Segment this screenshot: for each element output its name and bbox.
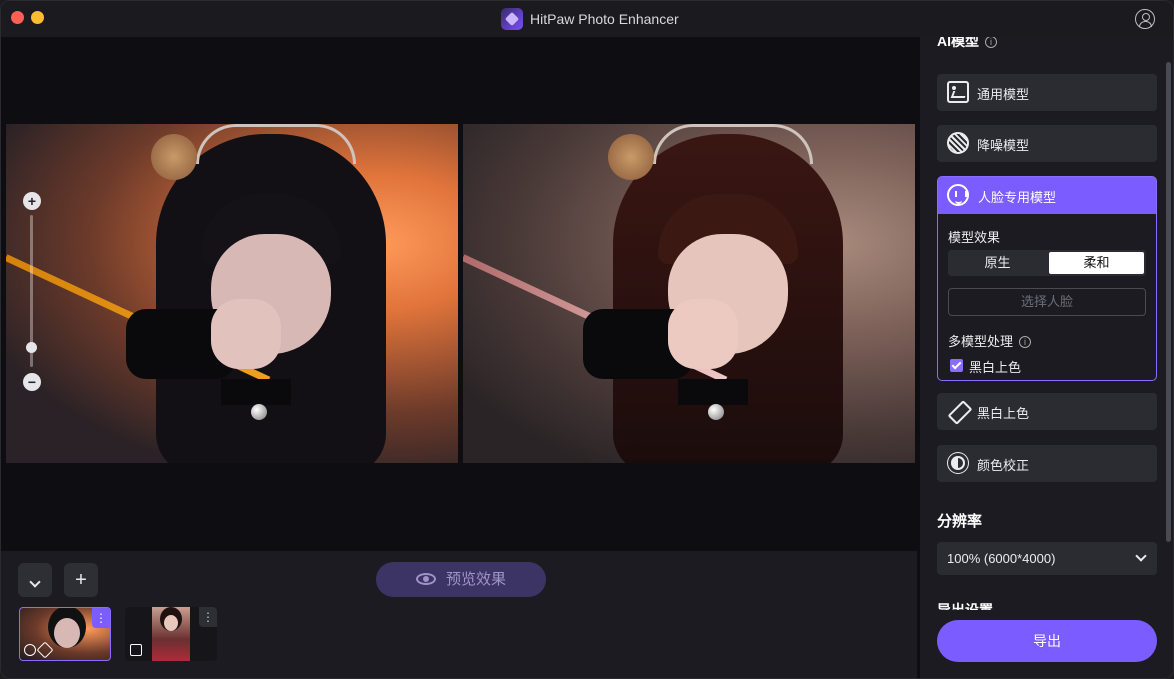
collapse-button[interactable] [18,563,52,597]
eye-icon [415,573,436,585]
zoom-out-icon[interactable]: − [23,373,41,391]
image-badge-icon [130,644,142,656]
thumbnail-item[interactable]: ⋮ [125,607,217,661]
face-icon [947,184,969,206]
image-icon [947,81,969,103]
model-colorize-button[interactable]: 黑白上色 [937,393,1157,430]
export-button[interactable]: 导出 [937,620,1157,662]
panel-footer: 导出 [920,610,1173,678]
bw-colorize-check-label: 黑白上色 [969,360,1022,375]
close-window-button[interactable] [11,11,24,24]
app-title: HitPaw Photo Enhancer [530,11,679,27]
bottom-toolbar: + 预览效果 ⋮ ⋮ [1,551,917,678]
model-general-button[interactable]: 通用模型 [937,74,1157,111]
title-bar: HitPaw Photo Enhancer [1,1,1173,37]
minimize-window-button[interactable] [31,11,44,24]
original-photo [6,124,458,463]
multi-model-label: 多模型处理 i [948,331,1032,350]
face-model-badge-icon [24,644,36,656]
user-account-icon[interactable] [1135,9,1155,29]
info-icon[interactable]: i [985,37,997,48]
sun-icon [951,456,965,470]
brush-icon [947,400,969,422]
effect-option-soft[interactable]: 柔和 [1049,252,1144,274]
plus-icon: + [75,569,87,591]
chevron-down-icon [1135,550,1147,562]
settings-panel: AI模型 i 通用模型 降噪模型 人脸专用模型 模型效果 原生 柔和 选择人脸 多… [920,37,1173,678]
app-window: HitPaw Photo Enhancer + − + 预览效果 ⋮ ⋮ AI模… [0,0,1174,679]
info-icon[interactable]: i [1019,336,1032,348]
select-face-button[interactable]: 选择人脸 [948,288,1146,316]
thumbnail-item[interactable]: ⋮ [19,607,111,661]
model-effect-toggle: 原生 柔和 [948,250,1146,276]
preview-effect-button[interactable]: 预览效果 [376,562,546,597]
preview-effect-label: 预览效果 [445,571,506,588]
resolution-select[interactable]: 100% (6000*4000) [937,542,1157,575]
preview-canvas: + − [1,37,917,551]
noise-icon [947,132,969,154]
effect-option-native[interactable]: 原生 [950,252,1045,274]
thumbnail-menu-icon[interactable]: ⋮ [199,607,217,627]
model-face-card: 人脸专用模型 模型效果 原生 柔和 选择人脸 多模型处理 i 黑白上色 [937,176,1157,381]
model-color-correction-button[interactable]: 颜色校正 [937,445,1157,482]
chevron-down-icon [29,576,41,588]
brush-badge-icon [36,641,54,659]
thumbnail-menu-icon[interactable]: ⋮ [92,608,110,628]
zoom-in-icon[interactable]: + [23,192,41,210]
panel-scrollbar[interactable] [1166,62,1171,542]
add-image-button[interactable]: + [64,563,98,597]
ai-model-title: AI模型 i [937,37,997,51]
resolution-value: 100% (6000*4000) [947,551,1056,566]
app-logo-icon [501,8,523,30]
resolution-title: 分辨率 [937,513,983,530]
model-face-button[interactable]: 人脸专用模型 [938,177,1156,214]
model-effect-label: 模型效果 [948,230,1001,245]
bw-colorize-checkbox[interactable] [950,359,963,372]
enhanced-photo [463,124,915,463]
model-denoise-button[interactable]: 降噪模型 [937,125,1157,162]
zoom-slider-handle[interactable] [26,342,37,353]
